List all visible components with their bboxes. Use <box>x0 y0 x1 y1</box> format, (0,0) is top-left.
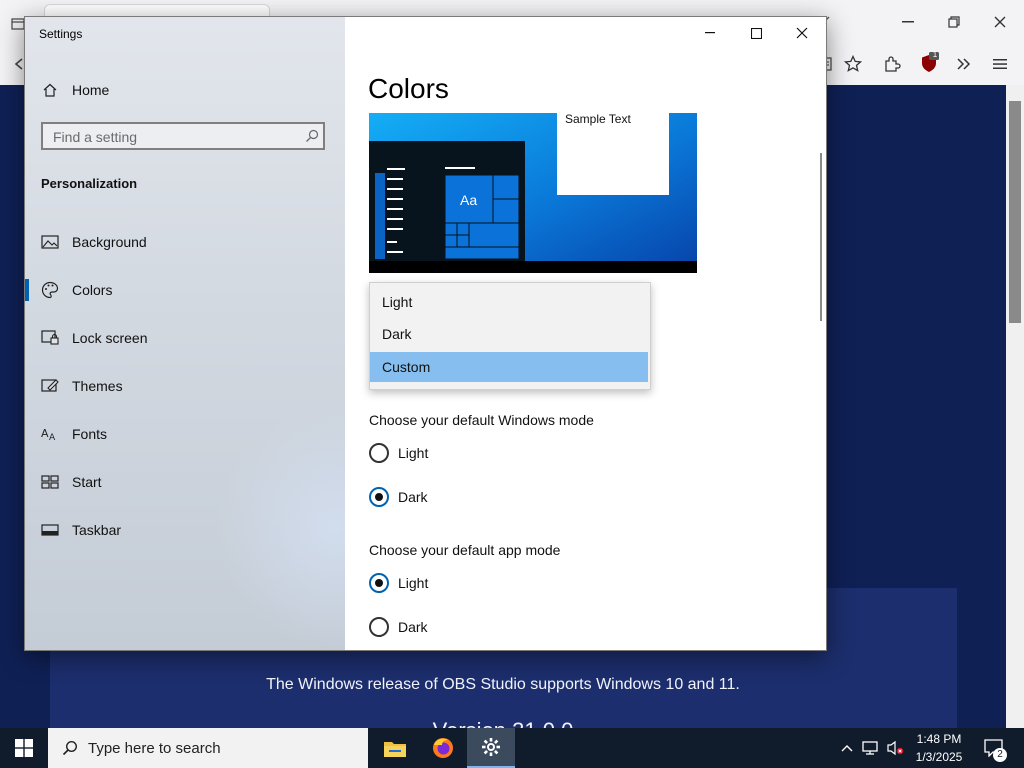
radio-button-selected[interactable] <box>369 487 389 507</box>
nav-item-taskbar[interactable]: Taskbar <box>25 510 345 550</box>
search-icon[interactable] <box>305 129 319 143</box>
settings-scrollbar[interactable] <box>820 153 822 321</box>
windows-taskbar: Type here to search 1:48 PM 1/3/2025 2 <box>0 728 1024 768</box>
choose-color-dropdown[interactable]: Light Dark Custom <box>369 282 651 390</box>
show-hidden-icons-chevron-icon[interactable] <box>836 728 858 768</box>
radio-button[interactable] <box>369 617 389 637</box>
radio-label: Light <box>398 575 429 591</box>
windows-mode-dark-radio[interactable]: Dark <box>369 485 428 509</box>
svg-text:A: A <box>41 427 49 440</box>
settings-main-pane: Colors Sample Text Aa Light Dark Custom … <box>345 17 826 650</box>
windows-mode-label: Choose your default Windows mode <box>369 412 594 428</box>
browser-restore-button[interactable] <box>942 10 966 34</box>
maximize-button[interactable] <box>733 17 779 49</box>
windows-mode-light-radio[interactable]: Light <box>369 441 428 465</box>
radio-button[interactable] <box>369 443 389 463</box>
fonts-icon: AA <box>40 424 60 444</box>
file-explorer-icon[interactable] <box>371 728 419 768</box>
taskbar-clock[interactable]: 1:48 PM 1/3/2025 <box>908 730 970 766</box>
radio-button-selected[interactable] <box>369 573 389 593</box>
browser-minimize-button[interactable] <box>896 10 920 34</box>
volume-muted-icon[interactable] <box>884 728 906 768</box>
settings-window: Settings Home Find a setting Personaliza… <box>24 16 827 651</box>
action-center-icon[interactable]: 2 <box>980 728 1008 768</box>
dropdown-option-dark[interactable]: Dark <box>370 319 648 349</box>
search-icon <box>62 740 78 756</box>
preview-sample-text: Sample Text <box>565 113 631 126</box>
home-nav-item[interactable]: Home <box>25 70 345 110</box>
taskbar-search-box[interactable]: Type here to search <box>48 728 368 768</box>
radio-label: Light <box>398 445 429 461</box>
extension-badge: 1 <box>932 50 938 59</box>
radio-label: Dark <box>398 489 428 505</box>
nav-item-fonts[interactable]: AA Fonts <box>25 414 345 454</box>
taskbar-icon <box>40 520 60 540</box>
notification-badge: 2 <box>993 748 1007 762</box>
clock-time: 1:48 PM <box>916 732 962 746</box>
extensions-puzzle-icon[interactable] <box>880 52 904 76</box>
section-heading: Personalization <box>41 176 138 191</box>
find-setting-search[interactable]: Find a setting <box>41 122 325 150</box>
nav-label-taskbar: Taskbar <box>72 522 122 538</box>
firefox-icon[interactable] <box>419 728 467 768</box>
svg-text:A: A <box>49 433 56 442</box>
nav-label-lock-screen: Lock screen <box>72 330 148 346</box>
nav-item-start[interactable]: Start <box>25 462 345 502</box>
picture-icon <box>40 232 60 252</box>
nav-item-colors[interactable]: Colors <box>25 270 345 310</box>
page-scrollbar-thumb[interactable] <box>1009 101 1021 323</box>
dropdown-option-light[interactable]: Light <box>370 287 648 317</box>
close-button[interactable] <box>779 17 825 49</box>
ublock-shield-icon[interactable]: 1 <box>918 50 942 76</box>
color-preview: Sample Text Aa <box>369 113 697 273</box>
start-button[interactable] <box>0 728 48 768</box>
nav-label-start: Start <box>72 474 102 490</box>
nav-label-colors: Colors <box>72 282 113 298</box>
clock-date: 1/3/2025 <box>915 750 963 764</box>
preview-tile-text: Aa <box>460 192 478 208</box>
search-placeholder: Find a setting <box>53 129 138 145</box>
nav-label-background: Background <box>72 234 147 250</box>
page-title: Colors <box>368 73 449 104</box>
app-mode-dark-radio[interactable]: Dark <box>369 615 428 639</box>
nav-item-background[interactable]: Background <box>25 222 345 262</box>
lock-screen-icon <box>40 328 60 348</box>
bookmark-star-icon[interactable] <box>842 52 864 76</box>
themes-icon <box>40 376 60 396</box>
nav-label-fonts: Fonts <box>72 426 108 442</box>
app-mode-label: Choose your default app mode <box>369 542 561 558</box>
nav-label-themes: Themes <box>72 378 123 394</box>
settings-sidebar: Settings Home Find a setting Personaliza… <box>25 17 465 650</box>
app-mode-light-radio[interactable]: Light <box>369 571 428 595</box>
palette-icon <box>40 280 60 300</box>
settings-gear-icon[interactable] <box>467 728 515 768</box>
page-scrollbar[interactable] <box>1006 85 1024 728</box>
dropdown-option-custom[interactable]: Custom <box>370 352 648 382</box>
hamburger-menu-icon[interactable] <box>988 52 1012 76</box>
nav-item-themes[interactable]: Themes <box>25 366 345 406</box>
overflow-chevrons-icon[interactable] <box>952 52 976 76</box>
home-icon <box>40 80 60 100</box>
minimize-button[interactable] <box>687 17 733 49</box>
obs-support-text: The Windows release of OBS Studio suppor… <box>266 676 740 693</box>
browser-close-button[interactable] <box>988 10 1012 34</box>
nav-item-lock-screen[interactable]: Lock screen <box>25 318 345 358</box>
network-icon[interactable] <box>860 728 882 768</box>
radio-label: Dark <box>398 619 428 635</box>
home-label: Home <box>72 82 110 98</box>
start-icon <box>40 472 60 492</box>
taskbar-search-placeholder: Type here to search <box>88 739 221 757</box>
window-title: Settings <box>39 27 83 41</box>
windows-logo-icon <box>15 739 33 757</box>
